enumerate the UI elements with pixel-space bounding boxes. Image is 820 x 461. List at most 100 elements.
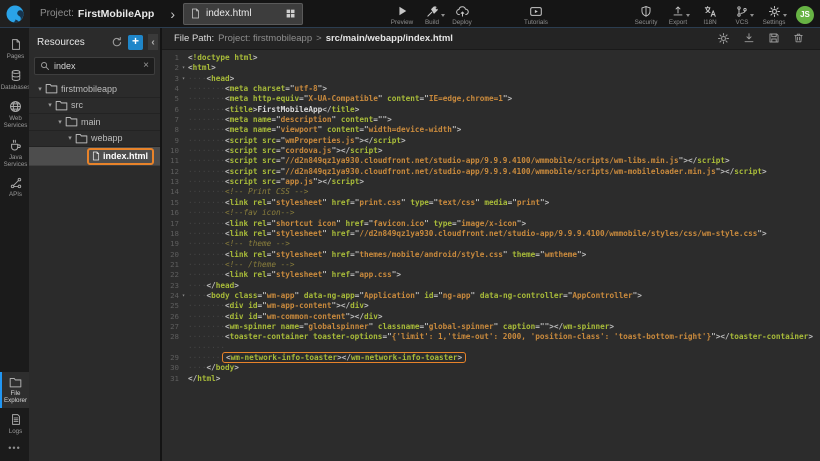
caret-down-icon[interactable]: ▾	[45, 101, 55, 109]
sidebar-item-java-services[interactable]: Java Services	[0, 134, 29, 172]
sidebar-item-label: Logs	[8, 428, 23, 435]
sidebar-item-web-services[interactable]: Web Services	[0, 95, 29, 133]
nodes-icon	[10, 177, 22, 189]
code-line[interactable]: 6········<title>FirstMobileApp</title>	[164, 105, 820, 115]
code-line[interactable]: 23····</head>	[164, 281, 820, 291]
code-line[interactable]: 12········<script src="//d2n849qz1ya930.…	[164, 167, 820, 177]
user-avatar[interactable]: JS	[796, 6, 814, 24]
caret-down-icon[interactable]: ▾	[65, 134, 75, 142]
fold-gutter	[179, 353, 188, 363]
code-line[interactable]: 1<!doctype html>	[164, 53, 820, 63]
line-number: 12	[164, 167, 179, 177]
code-line[interactable]: 16········<!--fav icon-->	[164, 208, 820, 218]
sidebar-item-file-explorer[interactable]: File Explorer	[0, 372, 29, 408]
file-icon	[191, 8, 200, 19]
code-line[interactable]: 28········<toaster-container toaster-opt…	[164, 332, 820, 342]
sidebar-item-databases[interactable]: Databases	[0, 64, 29, 95]
code-line[interactable]: 15········<link rel="stylesheet" href="p…	[164, 198, 820, 208]
tree-item-label: main	[81, 117, 101, 127]
resources-title: Resources	[37, 37, 106, 48]
fold-toggle-icon[interactable]: ▾	[179, 291, 188, 301]
tree-item-label: firstmobileapp	[61, 84, 117, 94]
code-line[interactable]: 24▾····<body class="wm-app" data-ng-app=…	[164, 291, 820, 301]
vcs-button[interactable]: VCS	[727, 2, 757, 26]
app-logo[interactable]	[0, 0, 30, 27]
folder-icon	[55, 100, 68, 111]
search-input[interactable]	[54, 61, 139, 71]
settings-button[interactable]: Settings	[759, 2, 789, 26]
refresh-icon[interactable]	[111, 36, 123, 48]
code-line[interactable]: 29········<wm-network-info-toaster></wm-…	[164, 353, 820, 363]
highlight-box: index.html	[87, 148, 154, 165]
code-line[interactable]: 8········<meta name="viewport" content="…	[164, 125, 820, 135]
shield-icon	[640, 5, 652, 18]
tree-item-src[interactable]: ▾src	[29, 98, 160, 115]
caret-down-icon[interactable]: ▾	[55, 118, 65, 126]
code-line[interactable]: 20········<link rel="stylesheet" href="t…	[164, 250, 820, 260]
code-line[interactable]: 7········<meta name="description" conten…	[164, 115, 820, 125]
resources-panel: Resources + ‹ ×	[29, 28, 162, 461]
deploy-button[interactable]: Deploy	[447, 2, 477, 26]
close-icon[interactable]: ×	[143, 61, 149, 71]
code-line[interactable]: 3▾····<head>	[164, 74, 820, 84]
tree-item-firstmobileapp[interactable]: ▾ firstmobileapp	[29, 81, 160, 98]
code-line[interactable]: 26········<div id="wm-common-content"></…	[164, 312, 820, 322]
preview-button[interactable]: Preview	[387, 2, 417, 26]
download-button[interactable]	[743, 32, 755, 45]
export-button[interactable]: Export	[663, 2, 693, 26]
tutorials-button[interactable]: Tutorials	[521, 2, 551, 26]
wavemaker-studio-window: Project: FirstMobileApp › index.html Pre…	[0, 0, 820, 461]
code-line[interactable]: 5········<meta http-equiv="X-UA-Compatib…	[164, 94, 820, 104]
fold-gutter	[179, 270, 188, 280]
file-settings-button[interactable]	[717, 32, 730, 45]
tree-item-main[interactable]: ▾ main	[29, 114, 160, 131]
code-line[interactable]: 19········<!-- theme -->	[164, 239, 820, 249]
code-line[interactable]: 27········<wm-spinner name="globalspinne…	[164, 322, 820, 332]
i18n-button[interactable]: I18N	[695, 2, 725, 26]
code-line[interactable]: 10········<script src="cordova.js"></scr…	[164, 146, 820, 156]
code-line[interactable]: 21········<!-- /theme -->	[164, 260, 820, 270]
security-button[interactable]: Security	[631, 2, 661, 26]
highlight-box: <wm-network-info-toaster></wm-network-in…	[222, 352, 466, 364]
code-line[interactable]: 31</html>	[164, 374, 820, 384]
code-line[interactable]: 17········<link rel="shortcut icon" href…	[164, 219, 820, 229]
grid-icon[interactable]	[286, 9, 295, 18]
line-number: 27	[164, 322, 179, 332]
code-line[interactable]: 30····</body>	[164, 363, 820, 373]
hammer-icon	[426, 5, 439, 18]
code-line[interactable]: 25········<div id="wm-app-content"></div…	[164, 301, 820, 311]
code-editor[interactable]: 1<!doctype html>2▾<html>3▾····<head>4···…	[162, 50, 820, 461]
code-line[interactable]: 13········<script src="app.js"></script>	[164, 177, 820, 187]
tree-item-index-html[interactable]: index.html	[29, 147, 160, 166]
vcs-label: VCS	[736, 19, 749, 26]
code-line[interactable]: 11········<script src="//d2n849qz1ya930.…	[164, 156, 820, 166]
tab-index-html[interactable]: index.html	[183, 3, 303, 25]
code-line[interactable]: 14········<!-- Print CSS -->	[164, 187, 820, 197]
code-line[interactable]: 4········<meta charset="utf-8">	[164, 84, 820, 94]
line-number: 14	[164, 187, 179, 197]
more-options-button[interactable]: •••	[0, 439, 29, 461]
security-label: Security	[635, 19, 658, 26]
code-line[interactable]: 2▾<html>	[164, 63, 820, 73]
sidebar-item-apis[interactable]: APIs	[0, 172, 29, 202]
fold-toggle-icon[interactable]: ▾	[179, 74, 188, 84]
delete-button[interactable]	[793, 32, 804, 45]
caret-down-icon[interactable]: ▾	[35, 85, 45, 93]
fold-gutter	[179, 281, 188, 291]
fold-toggle-icon[interactable]: ▾	[179, 63, 188, 73]
line-number: 31	[164, 374, 179, 384]
build-button[interactable]: Build	[417, 2, 447, 26]
coffee-icon	[9, 139, 22, 152]
add-resource-button[interactable]: +	[128, 35, 143, 50]
sidebar-item-pages[interactable]: Pages	[0, 33, 29, 64]
file-tree: ▾firstmobileapp▾src▾main▾webappindex.htm…	[29, 81, 160, 461]
code-line[interactable]: 18········<link rel="stylesheet" href="/…	[164, 229, 820, 239]
tree-item-webapp[interactable]: ▾webapp	[29, 131, 160, 148]
fold-gutter	[179, 374, 188, 384]
collapse-panel-button[interactable]: ‹	[148, 34, 158, 50]
save-button[interactable]	[768, 32, 780, 45]
folder-icon	[9, 377, 22, 388]
code-line[interactable]: 9········<script src="wmProperties.js"><…	[164, 136, 820, 146]
sidebar-item-logs[interactable]: Logs	[0, 408, 29, 439]
code-line[interactable]: 22········<link rel="stylesheet" href="a…	[164, 270, 820, 280]
